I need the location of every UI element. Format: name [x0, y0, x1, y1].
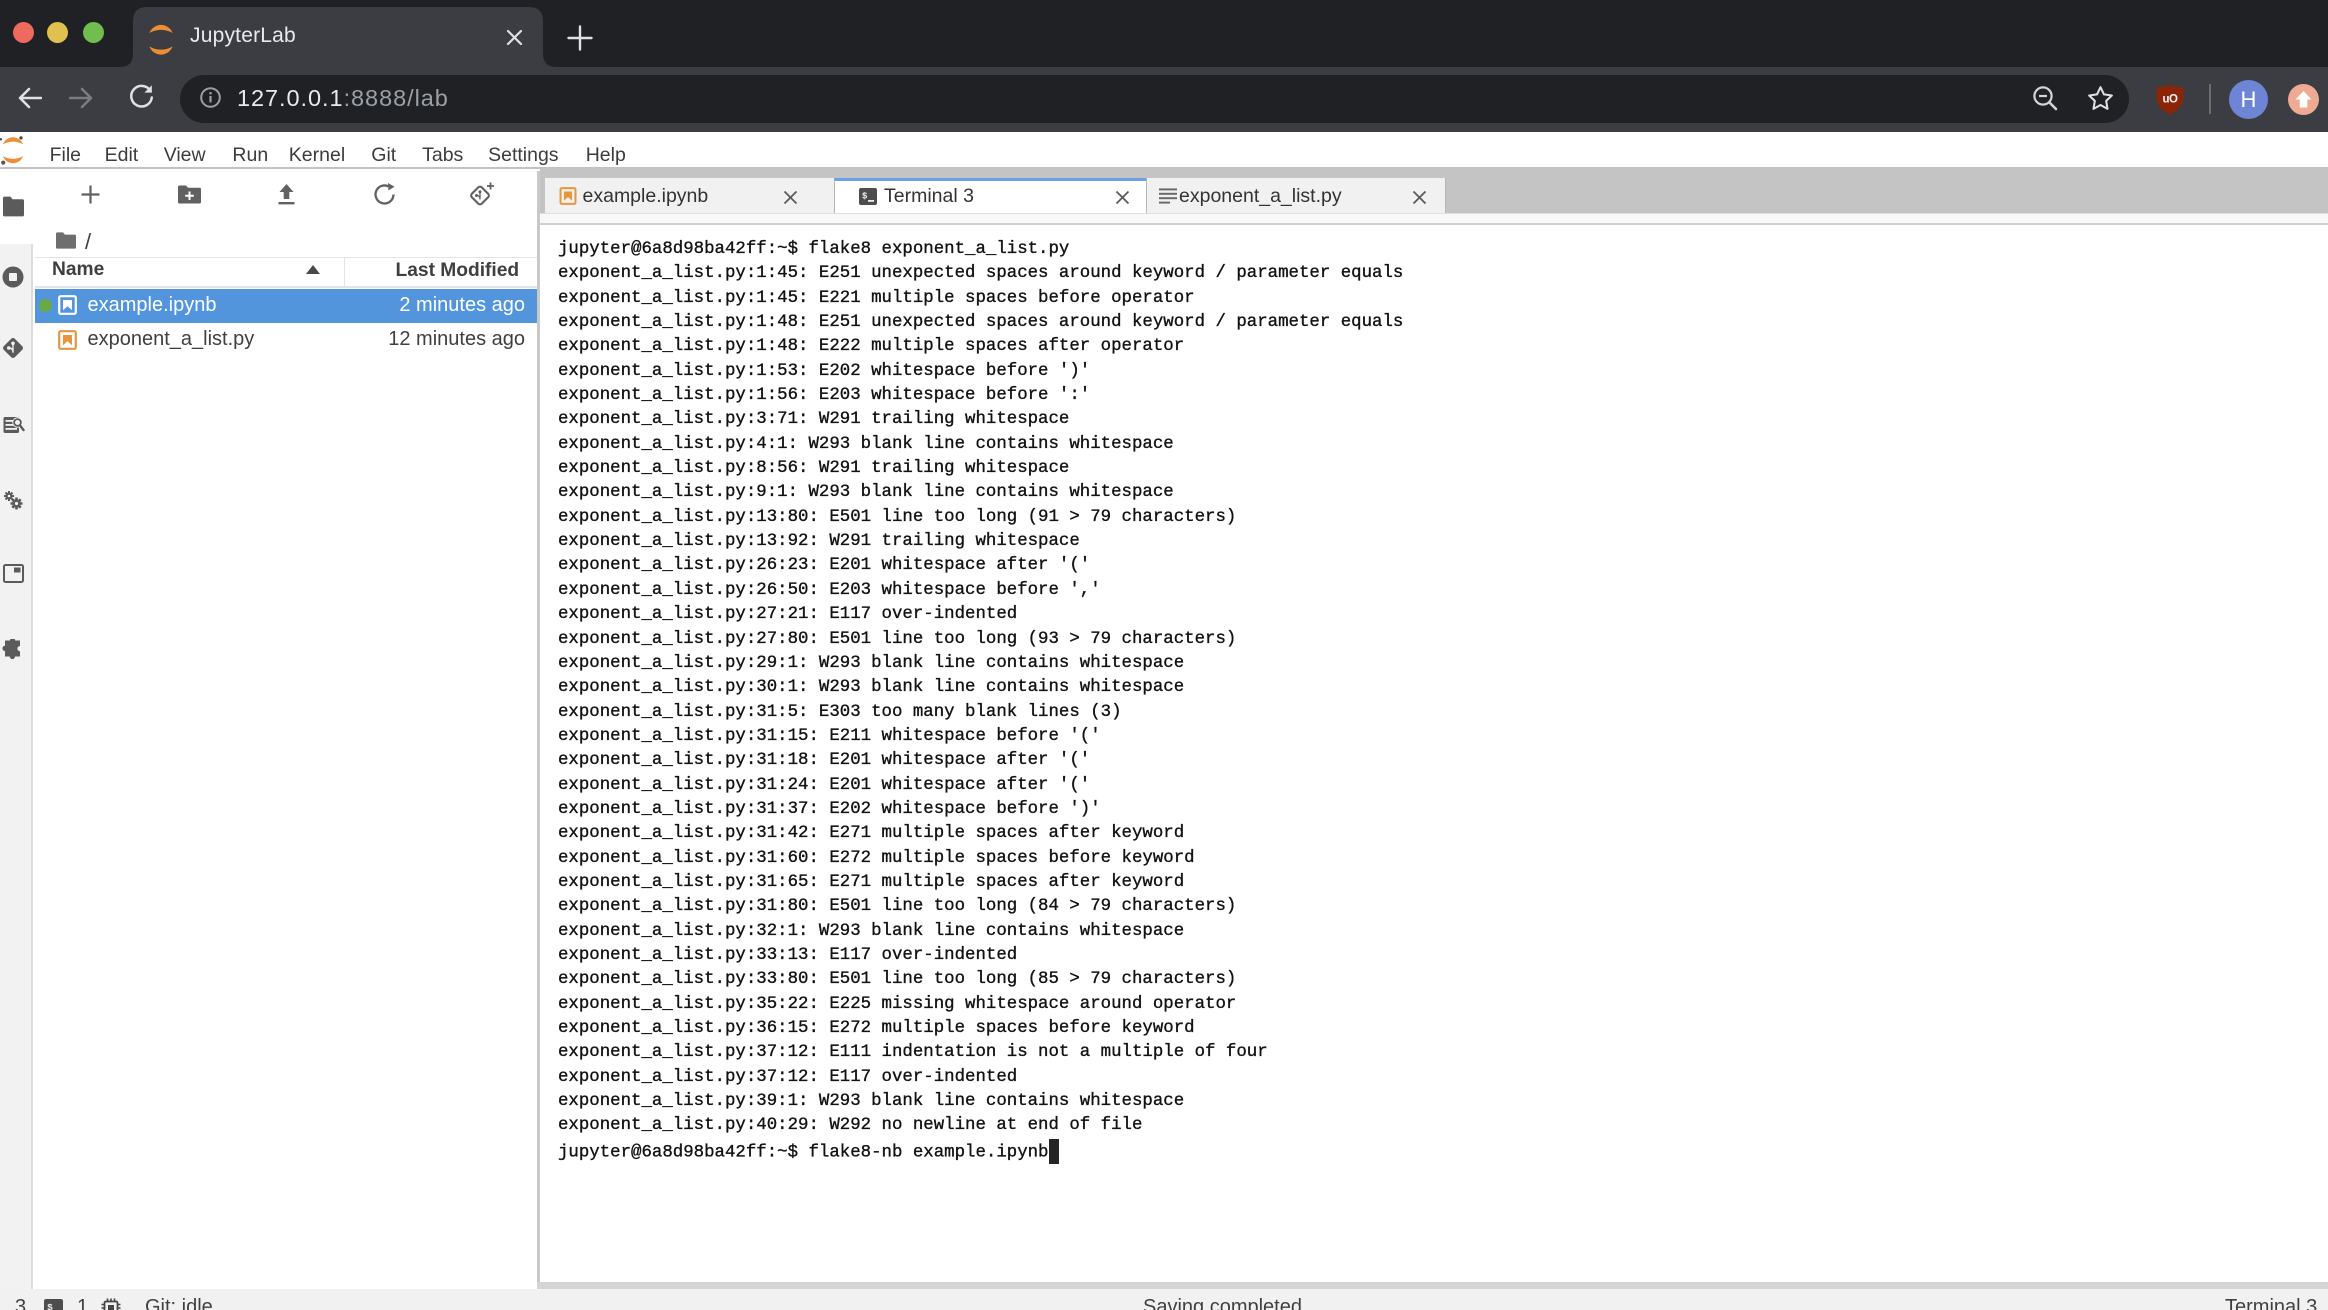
svg-text:uO: uO: [2163, 94, 2179, 106]
svg-text:$: $: [47, 1302, 53, 1310]
svg-text:$: $: [862, 191, 868, 201]
